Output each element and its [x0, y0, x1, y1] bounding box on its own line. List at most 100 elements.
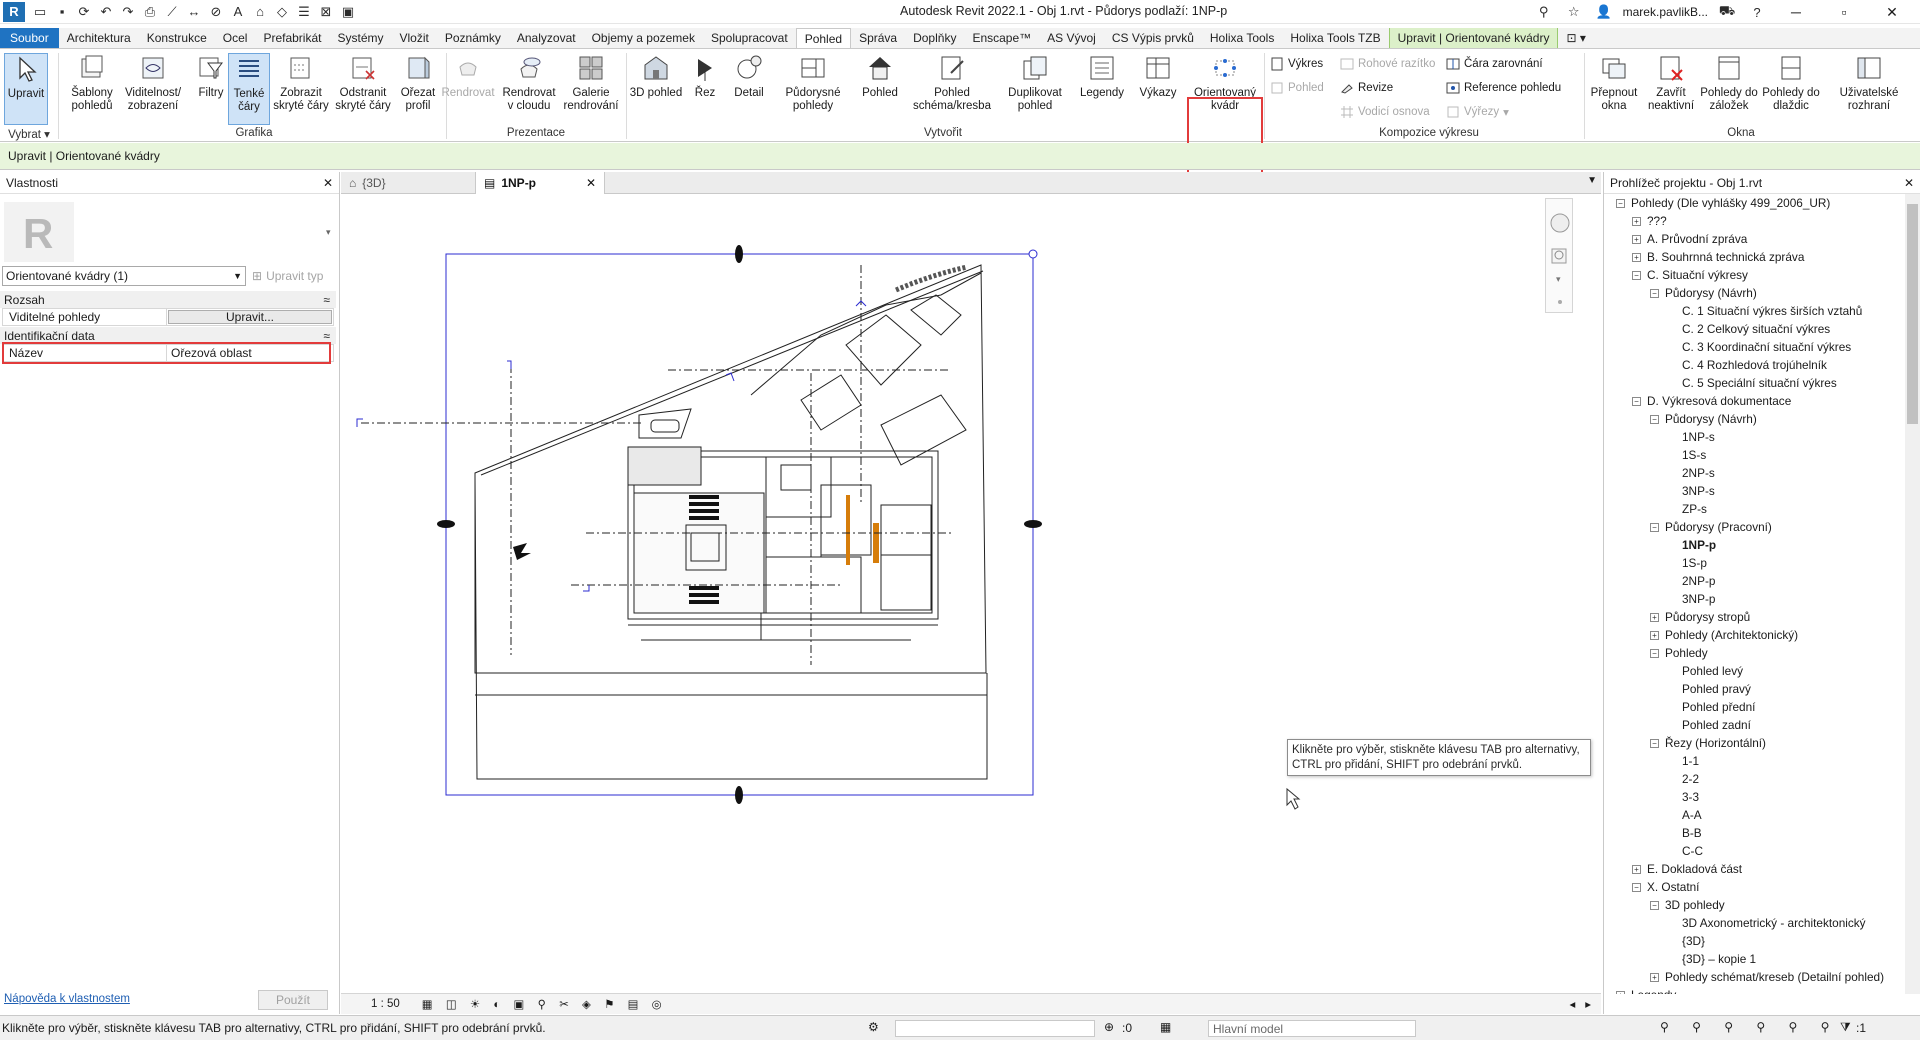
- sync-icon[interactable]: ⟳: [75, 3, 93, 21]
- tree-node[interactable]: + B. Souhrnná technická zpráva: [1632, 248, 1804, 266]
- schedules-button[interactable]: Výkazy: [1132, 53, 1184, 125]
- view-tabs-menu-icon[interactable]: ▼: [1587, 175, 1597, 186]
- tree-node[interactable]: Pohled přední: [1670, 698, 1755, 716]
- tree-node[interactable]: 1S-p: [1670, 554, 1707, 572]
- tree-node[interactable]: + E. Dokladová část: [1632, 860, 1742, 878]
- tile-views-button[interactable]: Pohledy do dlaždic: [1762, 53, 1820, 125]
- tree-node[interactable]: Pohled levý: [1670, 662, 1743, 680]
- undo-icon[interactable]: ↶: [97, 3, 115, 21]
- scrollbar-thumb[interactable]: [1907, 204, 1918, 424]
- tab-holixa-tools[interactable]: Holixa Tools: [1202, 28, 1282, 48]
- open-icon[interactable]: ▭: [31, 3, 49, 21]
- tab-holixa-tools-tzb[interactable]: Holixa Tools TZB: [1282, 28, 1388, 48]
- tree-node[interactable]: C. 3 Koordinační situační výkres: [1670, 338, 1851, 356]
- tree-node[interactable]: 1NP-p: [1670, 536, 1716, 554]
- place-view-button[interactable]: Pohled: [1270, 79, 1324, 97]
- dimension-icon[interactable]: ↔: [185, 3, 203, 21]
- tree-node[interactable]: 1S-s: [1670, 446, 1706, 464]
- horizontal-scroll-left-icon[interactable]: ◂: [1569, 997, 1575, 1011]
- tab-steel[interactable]: Ocel: [215, 28, 256, 48]
- revisions-button[interactable]: Revize: [1340, 79, 1393, 97]
- elevation-button[interactable]: Pohled: [852, 53, 908, 125]
- tab-views-button[interactable]: Pohledy do záložek: [1700, 53, 1758, 125]
- collapse-icon[interactable]: −: [1632, 882, 1641, 892]
- legends-button[interactable]: Legendy: [1076, 53, 1128, 125]
- collapse-icon[interactable]: −: [1650, 648, 1659, 658]
- tree-node[interactable]: + A. Průvodní zpráva: [1632, 230, 1747, 248]
- properties-help-link[interactable]: Nápověda k vlastnostem: [4, 993, 130, 1005]
- save-icon[interactable]: ▪: [53, 3, 71, 21]
- tree-node[interactable]: − Půdorysy (Návrh): [1650, 284, 1757, 302]
- tree-node[interactable]: − Pohledy (Dle vyhlášky 499_2006_UR): [1616, 194, 1830, 212]
- user-interface-button[interactable]: Uživatelské rozhraní: [1836, 53, 1902, 125]
- text-icon[interactable]: A: [229, 3, 247, 21]
- tab-modify-scope-boxes[interactable]: Upravit | Orientované kvádry: [1388, 28, 1559, 48]
- sheet-button[interactable]: Výkres: [1270, 55, 1323, 73]
- user-icon[interactable]: 👤: [1595, 3, 1613, 21]
- expand-icon[interactable]: +: [1616, 990, 1625, 994]
- render-button[interactable]: Rendrovat: [440, 53, 496, 125]
- panel-select-label[interactable]: Vybrat ▾: [2, 127, 56, 142]
- tree-node[interactable]: + Pohledy (Architektonický): [1650, 626, 1798, 644]
- 3d-view-button[interactable]: 3D pohled: [628, 53, 684, 125]
- expand-icon[interactable]: +: [1650, 612, 1659, 622]
- tab-as-vyvoj[interactable]: AS Vývoj: [1039, 28, 1104, 48]
- binoculars-icon[interactable]: ⚲: [1535, 3, 1553, 21]
- tree-node[interactable]: C. 1 Situační výkres širších vztahů: [1670, 302, 1862, 320]
- view-tab-1np-p[interactable]: ▤ 1NP-p ✕: [475, 172, 605, 194]
- tab-analyze[interactable]: Analyzovat: [509, 28, 584, 48]
- render-gallery-button[interactable]: Galerie rendrování: [560, 53, 622, 125]
- tree-node[interactable]: {3D} – kopie 1: [1670, 950, 1756, 968]
- tree-node[interactable]: C-C: [1670, 842, 1703, 860]
- cut-profile-button[interactable]: Ořezat profil: [394, 53, 442, 125]
- thin-lines-button[interactable]: Tenké čáry: [228, 53, 270, 125]
- tab-structure[interactable]: Konstrukce: [139, 28, 215, 48]
- tag-icon[interactable]: ⊘: [207, 3, 225, 21]
- design-option-select[interactable]: Hlavní model: [1208, 1020, 1416, 1037]
- tree-node[interactable]: + Pohledy schémat/kreseb (Detailní pohled…: [1650, 968, 1884, 986]
- expand-icon[interactable]: +: [1632, 252, 1641, 262]
- expand-icon[interactable]: +: [1632, 216, 1641, 226]
- scale-label[interactable]: 1 : 50: [371, 998, 400, 1010]
- tree-node[interactable]: − X. Ostatní: [1632, 878, 1699, 896]
- thin-lines-icon[interactable]: ☰: [295, 3, 313, 21]
- remove-hidden-lines-button[interactable]: Odstranit skryté čáry: [334, 53, 392, 125]
- tree-node[interactable]: Pohled pravý: [1670, 680, 1751, 698]
- close-window-button[interactable]: ✕: [1872, 0, 1912, 24]
- drawing-canvas[interactable]: [341, 195, 1601, 993]
- tree-node[interactable]: 3NP-p: [1670, 590, 1715, 608]
- tree-node[interactable]: − Půdorysy (Pracovní): [1650, 518, 1772, 536]
- tab-addins[interactable]: Doplňky: [905, 28, 964, 48]
- redo-icon[interactable]: ↷: [119, 3, 137, 21]
- tree-node[interactable]: ZP-s: [1670, 500, 1707, 518]
- switch-windows-icon[interactable]: ▣: [339, 3, 357, 21]
- callout-button[interactable]: Detail: [724, 53, 774, 125]
- tree-node[interactable]: 3D Axonometrický - architektonický: [1670, 914, 1866, 932]
- close-hidden-icon[interactable]: ⊠: [317, 3, 335, 21]
- show-hidden-lines-button[interactable]: Zobrazit skryté čáry: [272, 53, 330, 125]
- tree-node[interactable]: 1-1: [1670, 752, 1699, 770]
- close-icon[interactable]: ✕: [1904, 176, 1914, 190]
- tree-node[interactable]: A-A: [1670, 806, 1702, 824]
- section-rozsah[interactable]: Rozsah ≈: [0, 291, 336, 308]
- drafting-view-button[interactable]: Pohled schéma/kresba: [912, 53, 992, 125]
- tree-node[interactable]: {3D}: [1670, 932, 1705, 950]
- minimize-button[interactable]: ─: [1776, 0, 1816, 24]
- edit-visible-views-button[interactable]: Upravit...: [168, 310, 332, 324]
- collapse-icon[interactable]: −: [1650, 414, 1659, 424]
- tab-systems[interactable]: Systémy: [329, 28, 391, 48]
- collapse-icon[interactable]: −: [1616, 198, 1625, 208]
- switch-windows-button[interactable]: Přepnout okna: [1586, 53, 1642, 125]
- expand-icon[interactable]: +: [1650, 630, 1659, 640]
- type-preview-dropdown-icon[interactable]: ▾: [326, 227, 331, 238]
- section-icon[interactable]: ◇: [273, 3, 291, 21]
- tree-node[interactable]: 2-2: [1670, 770, 1699, 788]
- tree-node[interactable]: 2NP-p: [1670, 572, 1715, 590]
- workset-combo[interactable]: [895, 1020, 1095, 1037]
- apply-button[interactable]: Použít: [258, 990, 328, 1010]
- floor-plan-drawing[interactable]: [341, 195, 1601, 993]
- tree-node[interactable]: + Legendy: [1616, 986, 1676, 994]
- revit-logo-icon[interactable]: R: [3, 1, 25, 22]
- tree-node[interactable]: − Řezy (Horizontální): [1650, 734, 1766, 752]
- tree-node[interactable]: Pohled zadní: [1670, 716, 1751, 734]
